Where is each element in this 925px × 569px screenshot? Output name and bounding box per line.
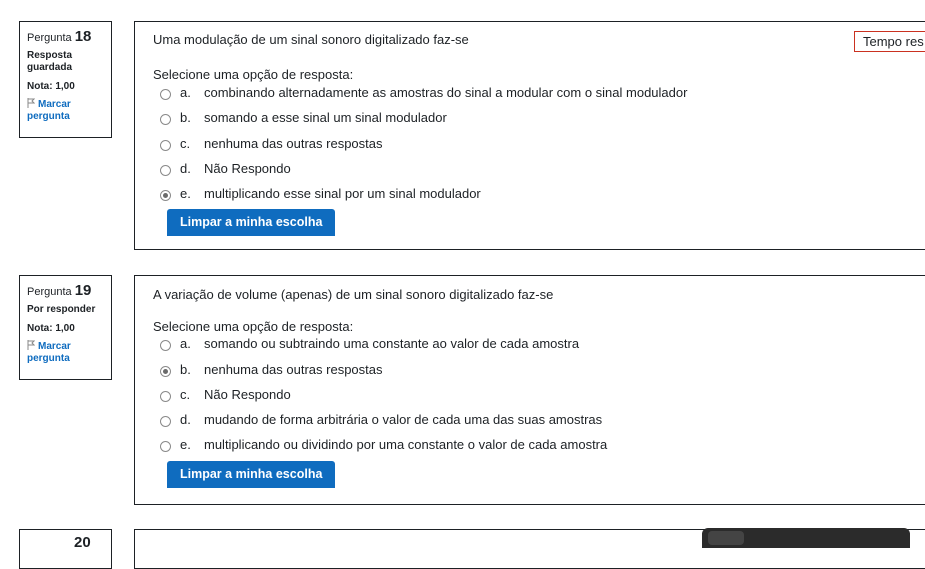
option-text: somando a esse sinal um sinal modulador xyxy=(204,110,447,125)
question-number-value: 20 xyxy=(74,534,91,551)
option-text: mudando de forma arbitrária o valor de c… xyxy=(204,412,603,427)
radio-button[interactable] xyxy=(160,114,171,125)
radio-button[interactable] xyxy=(160,366,171,377)
option-text: multiplicando esse sinal por um sinal mo… xyxy=(204,186,481,201)
answer-option-e[interactable]: e. multiplicando esse sinal por um sinal… xyxy=(160,186,481,201)
option-letter: b. xyxy=(180,362,191,377)
radio-button[interactable] xyxy=(160,140,171,151)
question-info-19: Pergunta 19 Por responder Nota: 1,00 Mar… xyxy=(19,275,112,380)
clear-choice-button[interactable]: Limpar a minha escolha xyxy=(167,461,336,488)
question-text: A variação de volume (apenas) de um sina… xyxy=(153,287,554,302)
question-info-20: 20 xyxy=(19,529,112,569)
answer-option-b[interactable]: b. nenhuma das outras respostas xyxy=(160,362,383,377)
answer-option-d[interactable]: d. mudando de forma arbitrária o valor d… xyxy=(160,412,602,427)
answer-option-a[interactable]: a. combinando alternadamente as amostras… xyxy=(160,85,687,100)
option-letter: d. xyxy=(180,412,191,427)
answer-option-b[interactable]: b. somando a esse sinal um sinal modulad… xyxy=(160,110,447,125)
question-number-value: 19 xyxy=(74,282,92,299)
option-text: combinando alternadamente as amostras do… xyxy=(204,85,688,100)
question-content-18: Uma modulação de um sinal sonoro digital… xyxy=(134,21,925,250)
question-content-19: A variação de volume (apenas) de um sina… xyxy=(134,275,925,505)
option-letter: e. xyxy=(180,437,191,452)
question-text: Uma modulação de um sinal sonoro digital… xyxy=(153,32,469,47)
answer-option-c[interactable]: c. Não Respondo xyxy=(160,387,291,402)
flag-icon xyxy=(27,98,36,108)
answer-prompt: Selecione uma opção de resposta: xyxy=(153,67,354,82)
question-state: Por responder xyxy=(27,304,96,315)
option-text: somando ou subtraindo uma constante ao v… xyxy=(204,336,580,351)
flag-question-button[interactable]: Marcar pergunta xyxy=(27,340,87,365)
flag-icon xyxy=(27,340,36,350)
flag-question-button[interactable]: Marcar pergunta xyxy=(27,98,87,123)
question-grade: Nota: 1,00 xyxy=(27,323,75,334)
radio-button[interactable] xyxy=(160,391,171,402)
option-text: multiplicando ou dividindo por uma const… xyxy=(204,437,608,452)
option-letter: a. xyxy=(180,85,191,100)
radio-button[interactable] xyxy=(160,165,171,176)
question-state: Resposta guardada xyxy=(27,50,73,73)
radio-button[interactable] xyxy=(160,416,171,427)
question-info-18: Pergunta 18 Resposta guardada Nota: 1,00… xyxy=(19,21,112,138)
radio-button[interactable] xyxy=(160,89,171,100)
question-label: Pergunta xyxy=(27,32,72,44)
answer-prompt: Selecione uma opção de resposta: xyxy=(153,319,354,334)
option-letter: b. xyxy=(180,110,191,125)
answer-option-a[interactable]: a. somando ou subtraindo uma constante a… xyxy=(160,336,579,351)
floating-toolbar[interactable] xyxy=(702,528,910,548)
option-letter: a. xyxy=(180,336,191,351)
toolbar-handle[interactable] xyxy=(708,531,744,545)
answer-option-e[interactable]: e. multiplicando ou dividindo por uma co… xyxy=(160,437,607,452)
radio-button[interactable] xyxy=(160,340,171,351)
answer-option-d[interactable]: d. Não Respondo xyxy=(160,161,291,176)
radio-button[interactable] xyxy=(160,190,171,201)
question-number: 20 xyxy=(27,534,111,551)
question-grade: Nota: 1,00 xyxy=(27,81,75,92)
answer-option-c[interactable]: c. nenhuma das outras respostas xyxy=(160,136,383,151)
option-letter: c. xyxy=(180,387,191,402)
question-number: Pergunta 19 xyxy=(27,282,111,299)
option-text: nenhuma das outras respostas xyxy=(204,362,383,377)
question-number: Pergunta 18 xyxy=(27,28,111,45)
option-letter: d. xyxy=(180,161,191,176)
option-letter: e. xyxy=(180,186,191,201)
option-text: nenhuma das outras respostas xyxy=(204,136,383,151)
radio-button[interactable] xyxy=(160,441,171,452)
clear-choice-button[interactable]: Limpar a minha escolha xyxy=(167,209,336,236)
option-text: Não Respondo xyxy=(204,387,291,402)
question-label: Pergunta xyxy=(27,286,72,298)
timer-box: Tempo res xyxy=(854,31,925,52)
option-text: Não Respondo xyxy=(204,161,291,176)
option-letter: c. xyxy=(180,136,191,151)
question-number-value: 18 xyxy=(74,28,92,45)
